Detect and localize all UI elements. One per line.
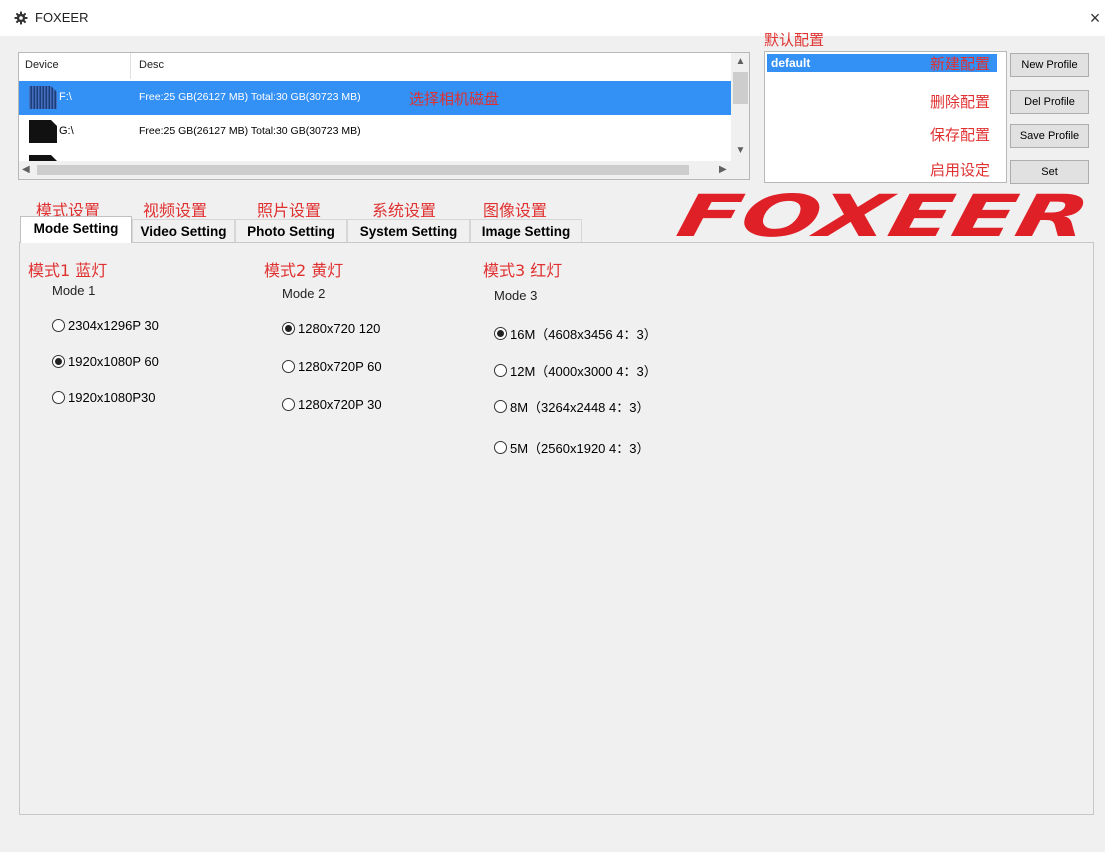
radio-button-icon[interactable] [282, 398, 295, 411]
radio-label: 2304x1296P 30 [68, 318, 159, 333]
radio-button-icon[interactable] [282, 322, 295, 335]
vertical-scrollbar[interactable]: ▲ ▼ [731, 53, 749, 161]
device-name: F:\ [59, 91, 72, 103]
mode2-option-radio[interactable]: 1280x720P 30 [282, 397, 382, 412]
scroll-up-icon[interactable]: ▲ [731, 56, 749, 67]
mode3-option-radio[interactable]: 8M（3264x2448 4：3） [494, 397, 649, 416]
radio-label: 1920x1080P 60 [68, 354, 159, 369]
mode3-option-radio[interactable]: 12M（4000x3000 4：3） [494, 361, 657, 380]
del-profile-button[interactable]: Del Profile [1010, 90, 1089, 114]
radio-button-icon[interactable] [494, 441, 507, 454]
radio-label: 1280x720P 30 [298, 397, 382, 412]
horizontal-scroll-thumb[interactable] [37, 165, 689, 175]
mode2-label: Mode 2 [282, 286, 326, 301]
logo-text: FOXEER [671, 190, 1095, 242]
device-row[interactable]: F:\ Free:25 GB(26127 MB) Total:30 GB(307… [19, 81, 731, 115]
tab-video-setting[interactable]: Video Setting [132, 219, 235, 242]
radio-label: 12M（4000x3000 4：3） [510, 364, 657, 379]
column-header-device[interactable]: Device [25, 59, 59, 71]
new-profile-annotation: 新建配置 [930, 55, 991, 73]
mode1-option-radio[interactable]: 2304x1296P 30 [52, 318, 159, 333]
radio-label: 1920x1080P30 [68, 390, 156, 405]
profile-annotation: 默认配置 [764, 31, 825, 49]
radio-button-icon[interactable] [52, 391, 65, 404]
radio-button-icon[interactable] [282, 360, 295, 373]
save-profile-button[interactable]: Save Profile [1010, 124, 1089, 148]
scroll-down-icon[interactable]: ▼ [731, 145, 749, 156]
tab-mode-setting[interactable]: Mode Setting [20, 216, 132, 243]
mode2-annotation: 模式2 黄灯 [264, 261, 344, 280]
radio-label: 8M（3264x2448 4：3） [510, 400, 650, 415]
tab-video-annotation: 视频设置 [143, 201, 208, 220]
device-desc: Free:25 GB(26127 MB) Total:30 GB(30723 M… [139, 91, 361, 103]
close-button[interactable]: × [1086, 6, 1104, 30]
tab-image-annotation: 图像设置 [483, 201, 548, 220]
mode1-option-radio[interactable]: 1920x1080P30 [52, 390, 155, 405]
tab-system-setting[interactable]: System Setting [347, 219, 470, 242]
radio-button-icon[interactable] [494, 327, 507, 340]
tab-photo-setting[interactable]: Photo Setting [235, 219, 347, 242]
device-desc: Free:25 GB(26127 MB) Total:30 GB(30723 M… [139, 125, 361, 137]
mode2-option-radio[interactable]: 1280x720P 60 [282, 359, 382, 374]
sd-card-icon [29, 86, 57, 109]
new-profile-button[interactable]: New Profile [1010, 53, 1089, 77]
column-header-desc[interactable]: Desc [139, 59, 164, 71]
scroll-right-icon[interactable]: ▶ [719, 164, 727, 175]
radio-label: 16M（4608x3456 4：3） [510, 327, 657, 342]
del-profile-annotation: 删除配置 [930, 93, 991, 111]
mode3-label: Mode 3 [494, 288, 538, 303]
sd-card-icon [29, 120, 57, 143]
mode2-option-radio[interactable]: 1280x720 120 [282, 321, 380, 336]
radio-button-icon[interactable] [494, 364, 507, 377]
scroll-left-icon[interactable]: ◀ [22, 164, 30, 175]
radio-label: 5M（2560x1920 4：3） [510, 441, 650, 456]
foxeer-logo: FOXEER [671, 190, 1095, 242]
mode3-option-radio[interactable]: 16M（4608x3456 4：3） [494, 324, 657, 343]
tab-system-annotation: 系统设置 [372, 201, 437, 220]
mode1-annotation: 模式1 蓝灯 [28, 261, 108, 280]
disk-annotation: 选择相机磁盘 [409, 90, 500, 108]
radio-label: 1280x720P 60 [298, 359, 382, 374]
tab-photo-annotation: 照片设置 [257, 201, 322, 220]
tab-image-setting[interactable]: Image Setting [470, 219, 582, 242]
save-profile-annotation: 保存配置 [930, 126, 991, 144]
set-button[interactable]: Set [1010, 160, 1089, 184]
radio-label: 1280x720 120 [298, 321, 381, 336]
column-divider[interactable] [130, 53, 131, 79]
radio-button-icon[interactable] [494, 400, 507, 413]
mode3-option-radio[interactable]: 5M（2560x1920 4：3） [494, 438, 649, 457]
vertical-scroll-thumb[interactable] [733, 72, 748, 104]
mode1-label: Mode 1 [52, 283, 96, 298]
device-name: G:\ [59, 125, 74, 137]
window-title: FOXEER [35, 10, 89, 25]
set-annotation: 启用设定 [930, 161, 991, 179]
device-row[interactable]: G:\ Free:25 GB(26127 MB) Total:30 GB(307… [19, 115, 731, 149]
mode1-option-radio[interactable]: 1920x1080P 60 [52, 354, 159, 369]
mode3-annotation: 模式3 红灯 [483, 261, 563, 280]
title-bar [0, 0, 1105, 36]
radio-button-icon[interactable] [52, 355, 65, 368]
device-list[interactable]: Device Desc F:\ Free:25 GB(26127 MB) Tot… [18, 52, 750, 180]
radio-button-icon[interactable] [52, 319, 65, 332]
gear-icon [14, 11, 28, 25]
